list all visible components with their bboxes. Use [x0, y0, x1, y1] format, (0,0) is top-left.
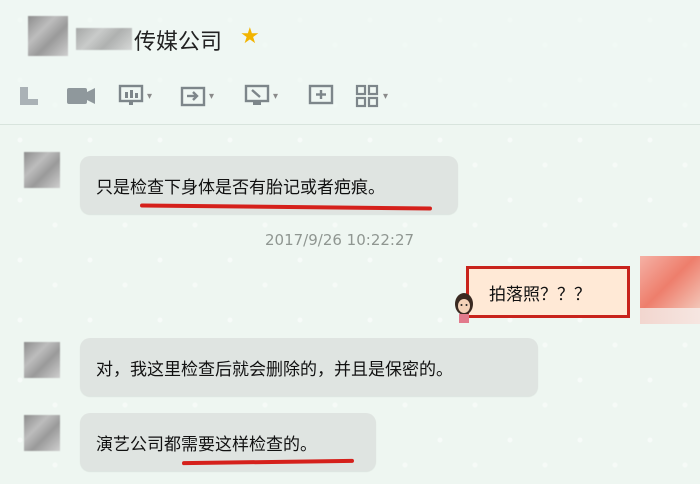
remote-desktop-icon[interactable]: ▾: [244, 82, 278, 110]
contact-avatar[interactable]: [28, 16, 68, 56]
add-icon[interactable]: [308, 82, 334, 110]
outgoing-message-bubble: 拍落照？？？: [466, 266, 630, 318]
message-text: 演艺公司都需要这样检查的。: [96, 434, 317, 455]
self-avatar[interactable]: [640, 256, 700, 308]
avatar[interactable]: [24, 152, 60, 188]
chevron-down-icon[interactable]: ▾: [383, 91, 388, 102]
timestamp: 2017/9/26 10:22:27: [265, 231, 415, 249]
contact-name-blurred: [76, 28, 132, 50]
screen-share-icon[interactable]: ▾: [118, 82, 152, 110]
chevron-down-icon[interactable]: ▾: [147, 91, 152, 102]
video-icon[interactable]: [64, 82, 98, 110]
star-icon[interactable]: ★: [240, 24, 260, 49]
message-text: 对，我这里检查后就会删除的，并且是保密的。: [96, 359, 453, 380]
chat-header: 传媒公司 ★ ▾ ▾ ▾ ▾: [0, 0, 700, 125]
file-transfer-icon[interactable]: ▾: [180, 82, 214, 110]
message-text: 拍落照？？？: [489, 284, 591, 305]
avatar[interactable]: [24, 415, 60, 451]
chevron-down-icon[interactable]: ▾: [209, 91, 214, 102]
chevron-down-icon[interactable]: ▾: [273, 91, 278, 102]
call-icon[interactable]: [16, 82, 42, 110]
girl-emoji-icon: [455, 293, 473, 323]
avatar[interactable]: [24, 342, 60, 378]
message-bubble: 对，我这里检查后就会删除的，并且是保密的。: [80, 338, 538, 396]
chat-title: 传媒公司: [134, 30, 223, 55]
apps-icon[interactable]: ▾: [354, 82, 388, 110]
message-text: 只是检查下身体是否有胎记或者疤痕。: [96, 177, 385, 198]
self-avatar-edge: [640, 308, 700, 324]
